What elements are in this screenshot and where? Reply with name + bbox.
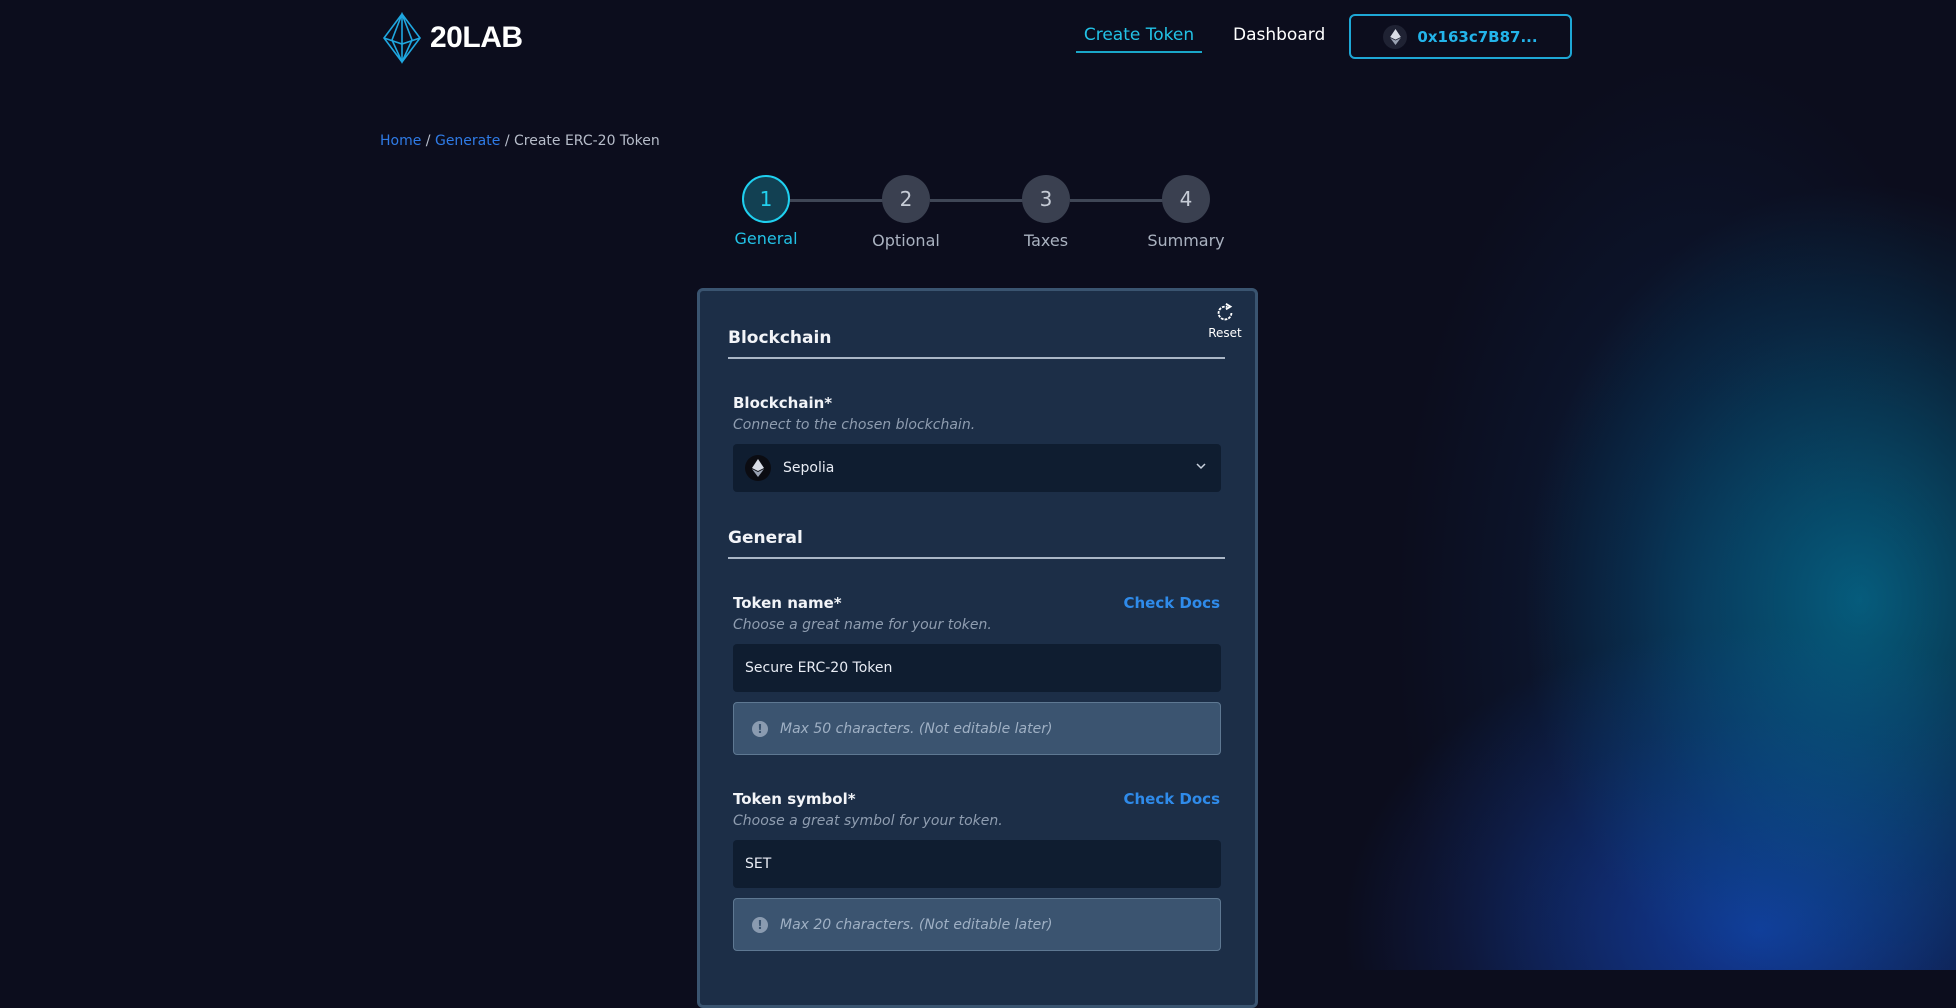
step-number: 2 (882, 175, 930, 223)
step-label: Taxes (1023, 231, 1069, 250)
step-number: 1 (742, 175, 790, 223)
breadcrumb-home[interactable]: Home (380, 133, 421, 149)
step-number: 4 (1162, 175, 1210, 223)
token-symbol-hint: ! Max 20 characters. (Not editable later… (733, 898, 1221, 951)
step-general[interactable]: 1 General (706, 175, 826, 248)
section-divider (728, 357, 1225, 359)
reset-label: Reset (1208, 326, 1242, 340)
logo-icon (383, 12, 421, 64)
breadcrumb-current: Create ERC-20 Token (513, 133, 660, 149)
step-optional[interactable]: 2 Optional (846, 175, 966, 250)
logo[interactable]: 20LAB (380, 12, 523, 64)
info-icon: ! (752, 916, 768, 933)
reset-icon (1217, 303, 1233, 321)
token-name-input[interactable]: Secure ERC-20 Token (733, 644, 1221, 692)
breadcrumb-separator: / (504, 133, 510, 149)
ethereum-icon (745, 455, 771, 481)
step-label: Optional (872, 231, 940, 250)
token-name-help: Choose a great name for your token. (733, 617, 992, 633)
breadcrumb-separator: / (425, 133, 431, 149)
token-symbol-input[interactable]: SET (733, 840, 1221, 888)
blockchain-help: Connect to the chosen blockchain. (733, 417, 976, 433)
step-number: 3 (1022, 175, 1070, 223)
nav-dashboard[interactable]: Dashboard (1233, 25, 1325, 45)
step-label: General (734, 229, 798, 248)
ethereum-icon (1383, 24, 1408, 49)
token-symbol-hint-text: Max 20 characters. (Not editable later) (780, 916, 1053, 933)
wallet-button[interactable]: 0x163c7B87... (1349, 14, 1572, 59)
section-divider (728, 557, 1225, 559)
step-label: Summary (1147, 231, 1225, 250)
token-symbol-check-docs-link[interactable]: Check Docs (1123, 790, 1220, 808)
blockchain-selected-value: Sepolia (783, 460, 835, 476)
breadcrumb: Home / Generate / Create ERC-20 Token (380, 133, 660, 149)
token-name-hint-text: Max 50 characters. (Not editable later) (780, 720, 1053, 737)
token-name-hint: ! Max 50 characters. (Not editable later… (733, 702, 1221, 755)
token-name-label: Token name* (733, 594, 842, 612)
logo-text: 20LAB (430, 21, 523, 54)
step-taxes[interactable]: 3 Taxes (986, 175, 1106, 250)
wallet-address: 0x163c7B87... (1417, 27, 1538, 46)
section-title-general: General (728, 528, 803, 548)
stepper: 1 General 2 Optional 3 Taxes 4 Summary (0, 175, 1956, 255)
step-summary[interactable]: 4 Summary (1126, 175, 1246, 250)
info-icon: ! (752, 720, 768, 737)
blockchain-select[interactable]: Sepolia (733, 444, 1221, 492)
reset-button[interactable]: Reset (1200, 302, 1250, 340)
chevron-down-icon (1196, 463, 1206, 470)
token-name-check-docs-link[interactable]: Check Docs (1123, 594, 1220, 612)
token-symbol-label: Token symbol* (733, 790, 856, 808)
token-symbol-help: Choose a great symbol for your token. (733, 813, 1003, 829)
nav-create-token[interactable]: Create Token (1076, 25, 1202, 53)
blockchain-label: Blockchain* (733, 394, 833, 412)
breadcrumb-generate[interactable]: Generate (435, 133, 500, 149)
section-title-blockchain: Blockchain (728, 328, 832, 348)
